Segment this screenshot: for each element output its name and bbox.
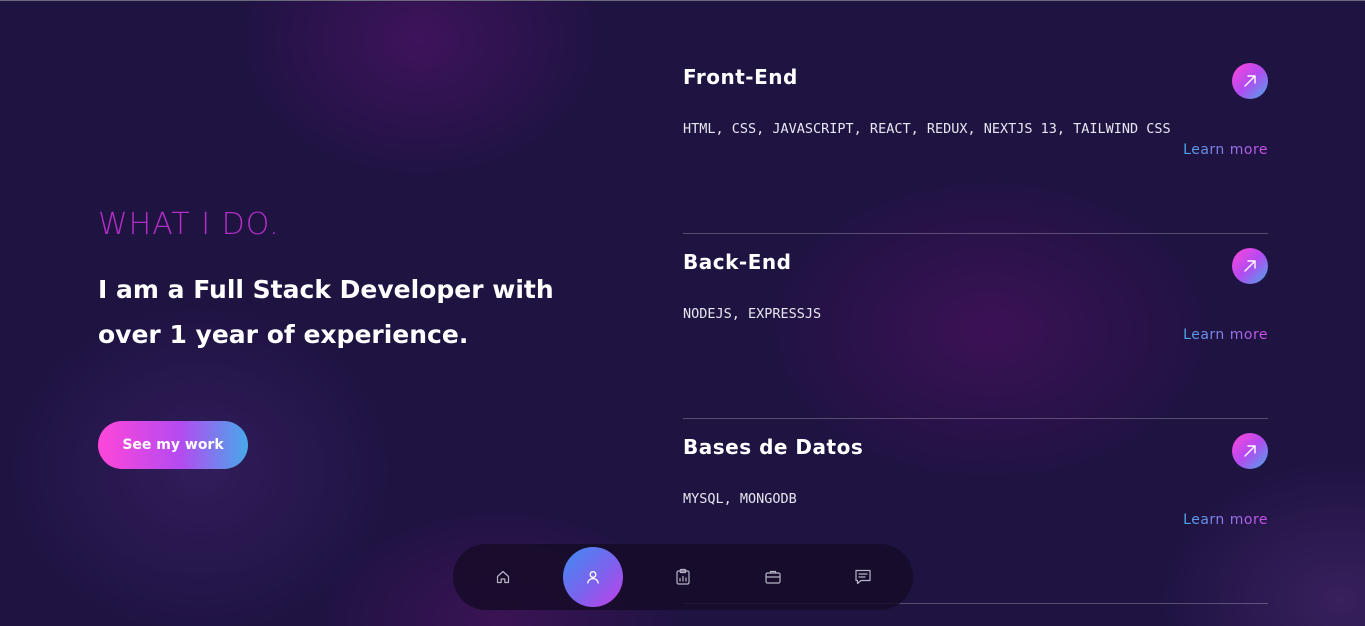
about-section: WHAT I DO. I am a Full Stack Developer w… — [98, 205, 568, 357]
learn-more-link[interactable]: Learn more — [1183, 142, 1268, 158]
nav-home[interactable] — [473, 547, 533, 607]
home-icon — [496, 570, 510, 584]
learn-more-link[interactable]: Learn more — [1183, 512, 1268, 528]
arrow-up-right-icon[interactable] — [1232, 63, 1268, 99]
arrow-up-right-icon[interactable] — [1232, 248, 1268, 284]
service-item-front-end: Front-End HTML, CSS, JAVASCRIPT, REACT, … — [683, 50, 1268, 234]
learn-more-link[interactable]: Learn more — [1183, 327, 1268, 343]
services-list: Front-End HTML, CSS, JAVASCRIPT, REACT, … — [683, 50, 1268, 605]
nav-contact[interactable] — [833, 547, 893, 607]
nav-services[interactable] — [653, 547, 713, 607]
bottom-nav — [453, 544, 913, 610]
service-title: Bases de Datos — [683, 435, 864, 459]
user-icon — [587, 571, 599, 584]
top-divider — [0, 0, 1365, 1]
nav-about[interactable] — [563, 547, 623, 607]
service-title: Back-End — [683, 250, 792, 274]
intro-text: I am a Full Stack Developer with over 1 … — [98, 275, 554, 349]
section-title: WHAT I DO. — [98, 207, 280, 242]
service-title: Front-End — [683, 65, 798, 89]
message-icon — [855, 569, 871, 585]
clipboard-icon — [676, 568, 690, 585]
nav-work[interactable] — [743, 547, 803, 607]
briefcase-icon — [765, 570, 781, 584]
service-skills: HTML, CSS, JAVASCRIPT, REACT, REDUX, NEX… — [683, 121, 1171, 137]
service-skills: NODEJS, EXPRESSJS — [683, 306, 822, 322]
arrow-up-right-icon[interactable] — [1232, 433, 1268, 469]
service-item-back-end: Back-End NODEJS, EXPRESSJS Learn more — [683, 235, 1268, 419]
see-my-work-button[interactable]: See my work — [98, 421, 248, 469]
service-skills: MYSQL, MONGODB — [683, 491, 797, 507]
